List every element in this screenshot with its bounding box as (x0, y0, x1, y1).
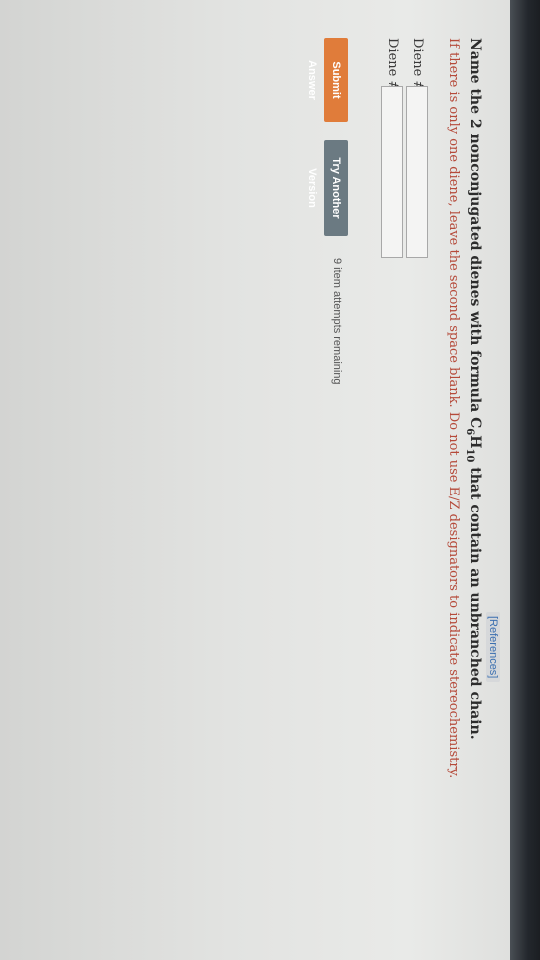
monitor-screen: [References] Name the 2 nonconjugated di… (0, 0, 510, 960)
diene-1-input[interactable] (406, 86, 428, 258)
try-another-version-button[interactable]: Try Another Version (306, 140, 348, 236)
attempts-remaining-text: 9 item attempts remaining (331, 258, 343, 385)
assignment-page: [References] Name the 2 nonconjugated di… (0, 0, 510, 960)
submit-answer-button[interactable]: Submit Answer (306, 38, 348, 122)
question-suffix: that contain an unbranched chain. (467, 462, 483, 740)
diene-2-input[interactable] (381, 86, 403, 258)
question-prefix: Name the 2 nonconjugated dienes with for… (467, 38, 483, 429)
diene-2-row: Diene #2: (381, 38, 403, 258)
hydrogen-subscript: 10 (464, 448, 476, 463)
diene-1-row: Diene #1: (406, 38, 428, 258)
diene-1-label: Diene #1: (410, 38, 425, 105)
question-hydrogen: H (467, 435, 483, 449)
instruction-text: If there is only one diene, leave the se… (446, 38, 461, 779)
references-link[interactable]: [References] (486, 612, 500, 683)
diene-2-label: Diene #2: (385, 38, 400, 105)
monitor-bezel (510, 0, 540, 960)
question-text: Name the 2 nonconjugated dienes with for… (464, 38, 483, 740)
